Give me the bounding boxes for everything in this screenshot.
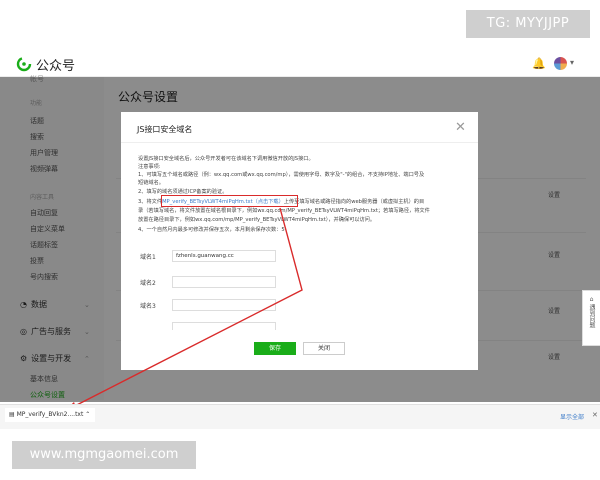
close-button[interactable]: 关闭 — [303, 342, 345, 355]
domain2-label: 域名2 — [140, 280, 156, 287]
dialog-notice-3-cont: 放置在路径目录下，例如wx.qq.com/mp/MP_verify_BETsyV… — [138, 217, 376, 223]
dialog-notice-heading: 注意事项: — [138, 164, 161, 170]
domain4-input-partial[interactable] — [172, 322, 276, 330]
dialog-notice-2: 2、填写的域名须通过ICP备案的验证。 — [138, 189, 228, 195]
save-button[interactable]: 保存 — [254, 342, 296, 355]
avatar-icon[interactable] — [554, 57, 567, 70]
watermark-badge: TG: MYYJJPP — [466, 10, 590, 38]
download-item[interactable]: ▤ MP_verify_BVkn2....txt ⌃ — [5, 408, 95, 422]
js-domain-dialog — [121, 112, 478, 370]
chevron-up-icon[interactable]: ⌃ — [85, 411, 90, 418]
feedback-float-button[interactable]: ⌂ 遇到问题 — [582, 290, 600, 346]
domain1-label: 域名1 — [140, 254, 156, 261]
dialog-notice-3-cont: 录（若填写域名，将文件放置在域名根目录下，例如wx.qq.com/MP_veri… — [138, 208, 430, 214]
notice-3-prefix: 3、将文件 — [138, 199, 163, 205]
dialog-title: JS接口安全域名 — [137, 125, 193, 134]
show-all-downloads-link[interactable]: 显示全部 — [560, 412, 584, 421]
dialog-notice-1-cont: 短链域名。 — [138, 180, 164, 186]
feedback-icon: ⌂ — [589, 296, 594, 303]
domain1-input[interactable] — [172, 250, 276, 262]
domain2-input[interactable] — [172, 276, 276, 288]
bell-icon[interactable]: 🔔 — [532, 57, 546, 70]
close-icon[interactable]: ✕ — [592, 411, 598, 419]
app-title: 公众号 — [36, 59, 76, 74]
dialog-notice-4: 4、一个自然月内最多可修改并保存五次，本月剩余保存次数：5 — [138, 227, 285, 233]
watermark-url: www.mgmgaomei.com — [12, 441, 196, 469]
logo-icon — [16, 56, 32, 72]
domain3-input[interactable] — [172, 299, 276, 311]
file-icon: ▤ — [9, 411, 15, 418]
close-icon[interactable]: ✕ — [455, 120, 466, 135]
top-bar — [0, 52, 600, 77]
domain3-label: 域名3 — [140, 303, 156, 310]
annotation-box — [161, 195, 298, 207]
dialog-notice-1: 1、可填写五个域名或路径（例：wx.qq.com或wx.qq.com/mp），需… — [138, 172, 425, 178]
feedback-label: 遇到问题 — [588, 304, 595, 328]
dialog-desc-line: 设置JS接口安全域名后，公众号开发者可在该域名下调用微信开放的JS接口。 — [138, 156, 314, 162]
notice-3-suffix: 上传至填写域名或路径指向的web服务器（或虚拟主机）的目 — [283, 199, 425, 205]
download-file-name: MP_verify_BVkn2....txt — [16, 411, 84, 418]
dialog-divider — [121, 142, 478, 143]
chevron-down-icon[interactable]: ▾ — [570, 58, 574, 67]
